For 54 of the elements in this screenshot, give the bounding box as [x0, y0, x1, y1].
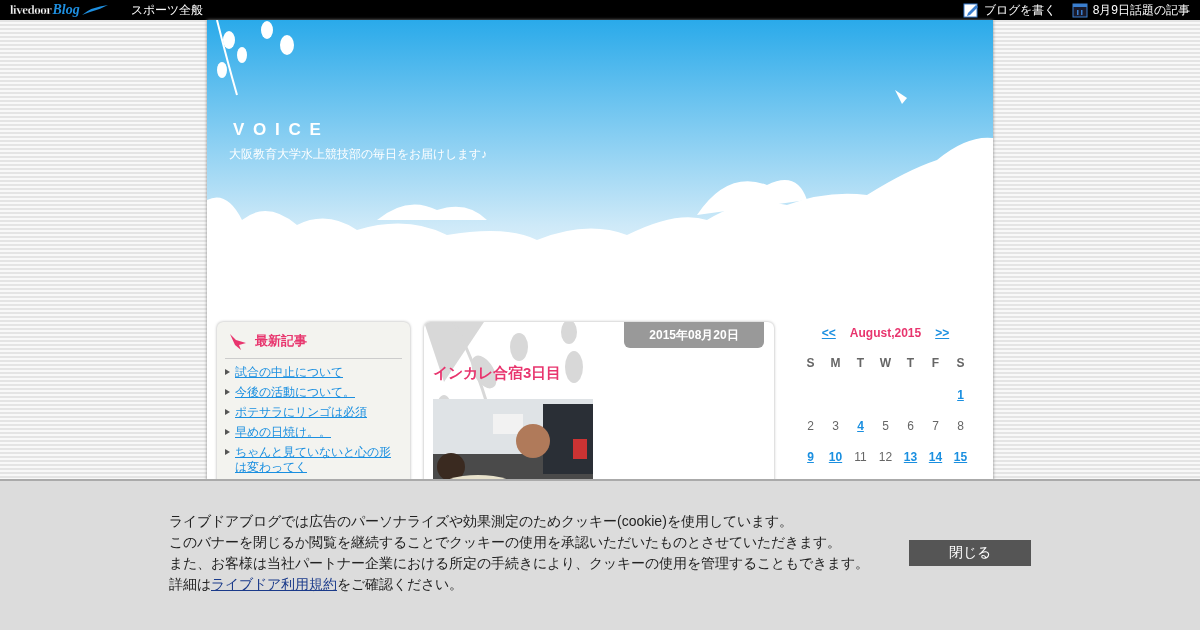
calendar-day: 2 [807, 418, 814, 433]
calendar-day-link[interactable]: 13 [903, 449, 918, 464]
cookie-notice-text: 詳細はライブドア利用規約をご確認ください。 [169, 574, 464, 594]
article-link[interactable]: ちゃんと見ていないと心の形は変わってく [235, 445, 402, 475]
entry-date: 2015年08月20日 [624, 322, 764, 348]
weekday-label: T [905, 354, 916, 372]
calendar-day: 5 [882, 418, 889, 433]
calendar-day: 11 [854, 449, 867, 464]
calendar-day-link[interactable]: 4 [857, 418, 864, 433]
logo-text[interactable]: livedoor [10, 2, 52, 18]
bird-icon [229, 332, 247, 350]
calendar-day-link[interactable]: 9 [807, 449, 814, 464]
category-link[interactable]: スポーツ全般 [130, 1, 203, 19]
entry-title[interactable]: インカレ合宿3日目 [433, 364, 562, 383]
bullet-icon [225, 449, 230, 455]
cookie-notice-text: ライブドアブログでは広告のパーソナライズや効果測定のためクッキー(cookie)を使用しています。 [169, 511, 794, 531]
article-link[interactable]: ポテサラにリンゴは必須 [235, 405, 367, 420]
calendar-day: 7 [932, 418, 939, 433]
calendar-day-link[interactable]: 1 [957, 387, 964, 402]
close-button[interactable]: 閉じる [909, 539, 1031, 566]
cookie-notice-text: また、お客様は当社パートナー企業における所定の手続きにより、クッキーの使用を管理することもできます。 [169, 553, 869, 573]
calendar-day: 8 [957, 418, 964, 433]
weekday-label: T [855, 354, 866, 372]
article-link[interactable]: 今後の活動について。 [235, 385, 355, 400]
article-link[interactable]: 試合の中止について [235, 365, 343, 380]
weekday-label: S [805, 354, 816, 372]
bullet-icon [225, 389, 230, 395]
sidebar-heading: 最新記事 [255, 332, 307, 350]
topbar-link[interactable]: ブログを書く [983, 1, 1056, 19]
weekday-label: W [878, 354, 893, 372]
calendar-icon[interactable] [1071, 2, 1088, 18]
article-link[interactable]: 早めの日焼け。。 [235, 425, 331, 440]
logo-text[interactable]: Blog [52, 2, 80, 18]
weekday-label: F [930, 354, 941, 372]
calendar-day: 6 [907, 418, 914, 433]
calendar-month: August,2015 [849, 326, 922, 342]
bullet-icon [225, 429, 230, 435]
weekday-label: M [829, 354, 842, 372]
blog-tagline: 大阪教育大学水上競技部の毎日をお届けします♪ [229, 146, 488, 163]
prev-month-link[interactable]: << [821, 326, 836, 346]
bullet-icon [225, 369, 230, 375]
terms-link[interactable]: ライブドア利用規約 [211, 575, 337, 592]
calendar-day-link[interactable]: 10 [828, 449, 843, 464]
calendar-day-link[interactable]: 14 [928, 449, 943, 464]
cookie-notice-text: このバナーを閉じるか閲覧を継続することでクッキーの使用を承認いただいたものとさせていただきます。 [169, 532, 842, 552]
blog-title[interactable]: V O I C E [229, 120, 323, 140]
calendar-day: 3 [832, 418, 839, 433]
weekday-label: S [955, 354, 966, 372]
calendar-day-link[interactable]: 15 [953, 449, 968, 464]
topbar-link[interactable]: 8月9日話題の記事 [1092, 1, 1190, 19]
bullet-icon [225, 409, 230, 415]
pen-icon[interactable] [962, 2, 979, 18]
calendar-day: 12 [878, 449, 893, 464]
next-month-link[interactable]: >> [935, 326, 950, 346]
